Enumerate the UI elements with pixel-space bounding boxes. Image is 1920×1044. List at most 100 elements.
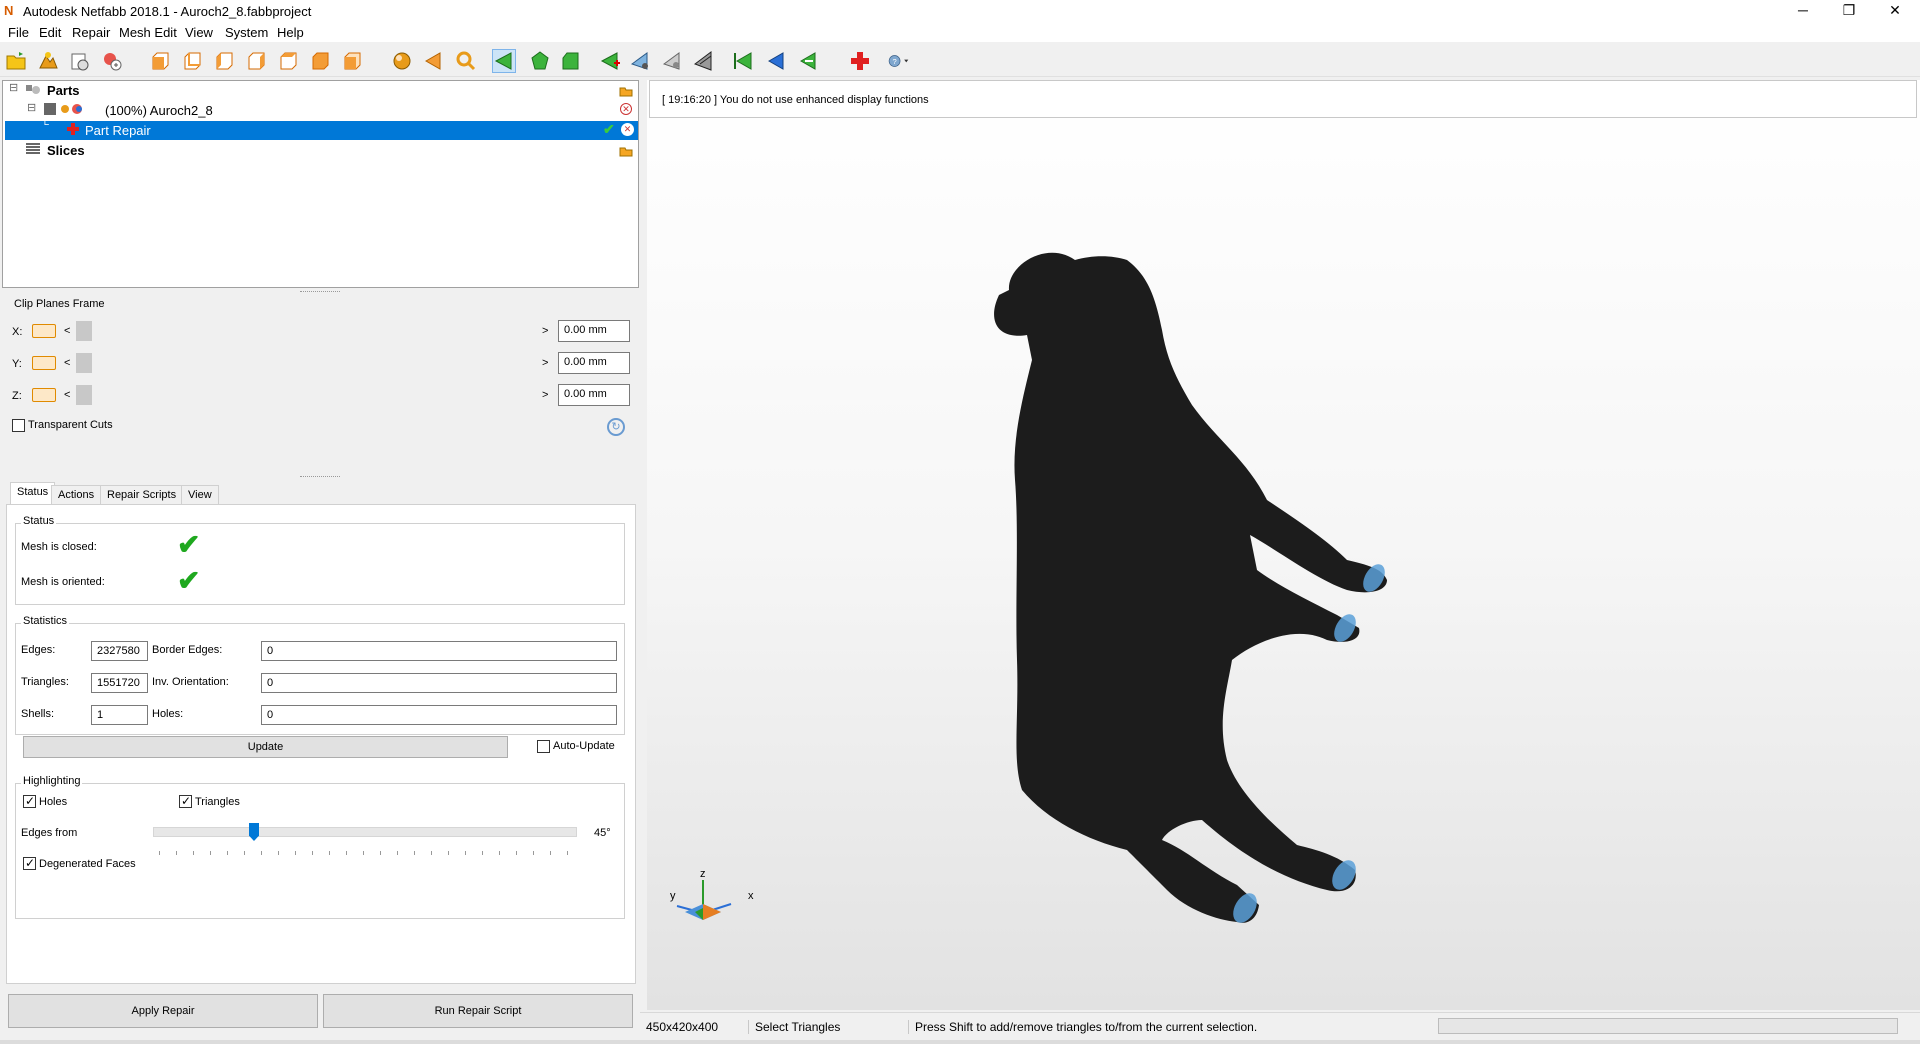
repair-cross-icon bbox=[67, 123, 79, 138]
slices-action-icon[interactable] bbox=[619, 145, 633, 160]
auto-update-checkbox[interactable] bbox=[537, 740, 550, 753]
back-arrow-icon[interactable] bbox=[422, 49, 446, 73]
menu-edit[interactable]: Edit bbox=[39, 25, 61, 40]
zoom-icon[interactable] bbox=[454, 49, 478, 73]
tab-actions[interactable]: Actions bbox=[51, 485, 102, 505]
flip-icon[interactable] bbox=[692, 49, 716, 73]
bottom-scrollbar[interactable] bbox=[0, 1040, 1920, 1044]
view-top-icon[interactable] bbox=[276, 49, 300, 73]
help-icon[interactable]: ? bbox=[880, 49, 916, 73]
add-triangle-icon[interactable] bbox=[598, 49, 622, 73]
clip-z-slider[interactable] bbox=[76, 385, 92, 405]
menu-file[interactable]: File bbox=[8, 25, 29, 40]
menu-repair[interactable]: Repair bbox=[72, 25, 110, 40]
add-part-icon[interactable] bbox=[36, 49, 60, 73]
transparent-cuts-checkbox[interactable] bbox=[12, 419, 25, 432]
repair-buttons: Apply Repair Run Repair Script bbox=[6, 994, 636, 1028]
view-left-icon[interactable] bbox=[212, 49, 236, 73]
status-mode: Select Triangles bbox=[748, 1020, 840, 1034]
previous-icon[interactable] bbox=[732, 49, 756, 73]
select-triangles-icon[interactable] bbox=[492, 49, 516, 73]
select-surfaces-icon[interactable] bbox=[558, 49, 582, 73]
clip-y-toggle[interactable] bbox=[32, 356, 56, 370]
last-icon[interactable] bbox=[796, 49, 820, 73]
repair-icon[interactable] bbox=[848, 49, 872, 73]
clip-splitter[interactable] bbox=[300, 476, 340, 479]
cancel-repair-icon[interactable]: ✕ bbox=[621, 123, 634, 136]
menu-view[interactable]: View bbox=[185, 25, 213, 40]
tab-view[interactable]: View bbox=[181, 485, 219, 505]
run-repair-script-button[interactable]: Run Repair Script bbox=[323, 994, 633, 1028]
tab-status[interactable]: Status bbox=[10, 482, 56, 505]
tree-slices-label[interactable]: Slices bbox=[47, 143, 85, 158]
status-progress-bar bbox=[1438, 1018, 1898, 1034]
view-iso-icon[interactable] bbox=[340, 49, 364, 73]
select-shells-icon[interactable] bbox=[528, 49, 552, 73]
edges-field[interactable]: 2327580 bbox=[91, 641, 148, 661]
clip-x-left-arrow[interactable]: < bbox=[64, 325, 70, 337]
tree-part-label[interactable]: (100%) Auroch2_8 bbox=[105, 103, 213, 118]
svg-text:?: ? bbox=[893, 57, 897, 66]
minimize-button[interactable]: ─ bbox=[1780, 0, 1826, 22]
clip-x-toggle[interactable] bbox=[32, 324, 56, 338]
tree-splitter[interactable] bbox=[300, 291, 340, 294]
triangles-checkbox[interactable] bbox=[179, 794, 192, 808]
export-icon[interactable] bbox=[68, 49, 92, 73]
clip-y-slider[interactable] bbox=[76, 353, 92, 373]
open-icon[interactable] bbox=[4, 49, 28, 73]
tab-repair-scripts[interactable]: Repair Scripts bbox=[100, 485, 184, 505]
close-button[interactable]: ✕ bbox=[1872, 0, 1918, 22]
clip-x-slider[interactable] bbox=[76, 321, 92, 341]
cut-icon[interactable] bbox=[628, 49, 652, 73]
border-edges-field[interactable]: 0 bbox=[261, 641, 617, 661]
menu-help[interactable]: Help bbox=[277, 25, 304, 40]
next-icon[interactable] bbox=[764, 49, 788, 73]
degenerated-faces-checkbox[interactable] bbox=[23, 856, 36, 870]
panel-splitter[interactable] bbox=[639, 80, 647, 1026]
knife-icon[interactable] bbox=[660, 49, 684, 73]
3d-viewport[interactable]: [ 19:16:20 ] You do not use enhanced dis… bbox=[647, 80, 1920, 1010]
mesh-oriented-check-icon: ✔ bbox=[177, 565, 201, 596]
clip-y-right-arrow[interactable]: > bbox=[542, 357, 548, 369]
edges-label: Edges: bbox=[21, 644, 56, 656]
clip-z-toggle[interactable] bbox=[32, 388, 56, 402]
axis-gizmo-icon bbox=[676, 880, 732, 920]
apply-check-icon[interactable]: ✔ bbox=[603, 121, 615, 138]
clip-y-label: Y: bbox=[12, 358, 22, 370]
edge-angle-slider[interactable] bbox=[153, 823, 577, 841]
add-shape-icon[interactable] bbox=[100, 49, 124, 73]
menu-mesh-edit[interactable]: Mesh Edit bbox=[119, 25, 177, 40]
holes-checkbox[interactable] bbox=[23, 794, 36, 808]
clip-y-field[interactable]: 0.00 mm bbox=[558, 352, 630, 374]
view-right-icon[interactable] bbox=[244, 49, 268, 73]
view-back-icon[interactable] bbox=[180, 49, 204, 73]
update-button[interactable]: Update bbox=[23, 736, 508, 758]
triangles-field[interactable]: 1551720 bbox=[91, 673, 148, 693]
clip-y-left-arrow[interactable]: < bbox=[64, 357, 70, 369]
holes-field[interactable]: 0 bbox=[261, 705, 617, 725]
tree-parts-label[interactable]: Parts bbox=[47, 83, 80, 98]
auroch-model[interactable] bbox=[647, 80, 1920, 1010]
clip-z-right-arrow[interactable]: > bbox=[542, 389, 548, 401]
apply-repair-button[interactable]: Apply Repair bbox=[8, 994, 318, 1028]
inv-orientation-field[interactable]: 0 bbox=[261, 673, 617, 693]
clip-z-field[interactable]: 0.00 mm bbox=[558, 384, 630, 406]
shells-field[interactable]: 1 bbox=[91, 705, 148, 725]
reset-clip-icon[interactable]: ↻ bbox=[607, 418, 625, 436]
clip-x-field[interactable]: 0.00 mm bbox=[558, 320, 630, 342]
part-close-icon[interactable]: ✕ bbox=[620, 103, 632, 115]
clip-z-left-arrow[interactable]: < bbox=[64, 389, 70, 401]
expand-part-icon[interactable]: ⊟ bbox=[27, 101, 36, 114]
tree-row-part-repair[interactable]: └ Part Repair ✔ ✕ bbox=[5, 119, 638, 140]
parts-action-icon[interactable] bbox=[619, 85, 633, 100]
triangles-highlight-label: Triangles bbox=[195, 796, 240, 808]
sphere-icon[interactable] bbox=[390, 49, 414, 73]
maximize-button[interactable]: ❐ bbox=[1826, 0, 1872, 22]
view-bottom-icon[interactable] bbox=[308, 49, 332, 73]
view-front-icon[interactable] bbox=[148, 49, 172, 73]
menu-system[interactable]: System bbox=[225, 25, 268, 40]
repair-tabs-panel: Status Actions Repair Scripts View Statu… bbox=[6, 482, 636, 984]
expand-parts-icon[interactable]: ⊟ bbox=[9, 81, 18, 94]
parts-tree: ⊟ Parts ⊟ (100%) Auroch2_8 ✕ └ Part Repa… bbox=[2, 80, 639, 288]
clip-x-right-arrow[interactable]: > bbox=[542, 325, 548, 337]
